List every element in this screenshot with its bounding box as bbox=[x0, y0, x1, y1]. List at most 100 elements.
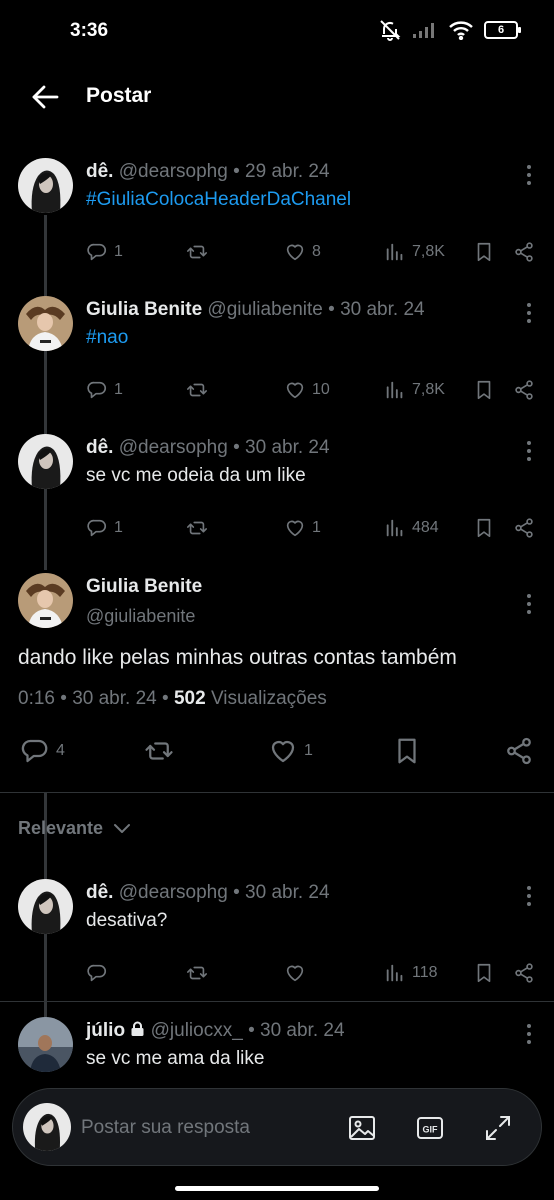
views-icon bbox=[386, 964, 403, 982]
expand-icon[interactable] bbox=[483, 1113, 513, 1143]
reply-composer[interactable]: Postar sua resposta GIF bbox=[12, 1088, 542, 1166]
reply-count: 1 bbox=[114, 243, 123, 260]
author-name[interactable]: dê. bbox=[86, 882, 113, 903]
divider bbox=[0, 1001, 554, 1002]
repost-icon bbox=[187, 521, 207, 535]
more-icon[interactable] bbox=[526, 1024, 532, 1044]
like-button[interactable] bbox=[284, 962, 306, 984]
bookmark-icon bbox=[398, 738, 416, 764]
bookmark-button[interactable] bbox=[392, 736, 422, 766]
views-button[interactable]: 118 bbox=[384, 962, 438, 984]
back-arrow-icon[interactable] bbox=[30, 82, 62, 112]
action-bar: 1 10 7,8K bbox=[86, 379, 536, 405]
more-icon[interactable] bbox=[526, 303, 532, 323]
action-bar: 1 1 484 bbox=[86, 517, 536, 543]
post-text: se vc me ama da like bbox=[86, 1048, 265, 1069]
bookmark-icon bbox=[477, 380, 491, 400]
repost-button[interactable] bbox=[144, 736, 174, 766]
repost-icon bbox=[187, 245, 207, 259]
more-icon[interactable] bbox=[526, 165, 532, 185]
action-bar: 1 8 7,8K bbox=[86, 241, 536, 267]
author-handle[interactable]: @dearsophg bbox=[119, 437, 228, 458]
like-icon bbox=[286, 965, 304, 982]
thread-tweet[interactable]: dê. @dearsophg • 30 abr. 24 se vc me ode… bbox=[0, 431, 554, 561]
bookmark-button[interactable] bbox=[473, 379, 495, 401]
views-count: 118 bbox=[412, 964, 438, 981]
post-meta: 0:16 • 30 abr. 24 • 502 Visualizações bbox=[18, 688, 327, 709]
views-count[interactable]: 502 bbox=[174, 688, 206, 709]
avatar[interactable] bbox=[18, 573, 73, 628]
reply-button[interactable]: 4 bbox=[20, 736, 65, 766]
author-handle[interactable]: @giuliabenite bbox=[86, 606, 195, 627]
share-button[interactable] bbox=[513, 241, 535, 263]
like-button[interactable]: 10 bbox=[284, 379, 330, 401]
repost-button[interactable] bbox=[186, 517, 214, 539]
share-button[interactable] bbox=[513, 962, 535, 984]
hashtag-link[interactable]: #GiuliaColocaHeaderDaChanel bbox=[86, 189, 351, 211]
post-text: dando like pelas minhas outras contas ta… bbox=[18, 646, 457, 669]
gif-icon[interactable]: GIF bbox=[415, 1113, 445, 1143]
avatar[interactable] bbox=[18, 1017, 73, 1072]
action-bar: 118 bbox=[86, 962, 536, 988]
share-button[interactable] bbox=[513, 379, 535, 401]
avatar[interactable] bbox=[18, 879, 73, 934]
author-name[interactable]: júlio bbox=[86, 1020, 125, 1041]
bookmark-button[interactable] bbox=[473, 517, 495, 539]
svg-text:GIF: GIF bbox=[423, 1125, 439, 1135]
thread-tweet[interactable]: Giulia Benite @giuliabenite • 30 abr. 24… bbox=[0, 293, 554, 423]
bookmark-icon bbox=[477, 242, 491, 262]
reply-tweet[interactable]: dê. @dearsophg • 30 abr. 24 desativa? 11… bbox=[0, 876, 554, 1000]
main-action-bar: 4 1 bbox=[0, 736, 554, 772]
share-button[interactable] bbox=[504, 736, 534, 766]
sort-label: Relevante bbox=[18, 818, 104, 838]
bookmark-button[interactable] bbox=[473, 241, 495, 263]
views-button[interactable]: 7,8K bbox=[384, 379, 445, 401]
reply-icon bbox=[21, 739, 48, 763]
like-icon bbox=[271, 740, 295, 763]
more-icon[interactable] bbox=[526, 441, 532, 461]
author-handle[interactable]: @dearsophg bbox=[119, 161, 228, 182]
avatar[interactable] bbox=[18, 158, 73, 213]
reply-button[interactable]: 1 bbox=[86, 379, 123, 401]
home-indicator[interactable] bbox=[175, 1186, 379, 1191]
avatar[interactable] bbox=[18, 296, 73, 351]
author-handle[interactable]: @giuliabenite bbox=[207, 299, 322, 320]
thread-tweet[interactable]: dê. @dearsophg • 29 abr. 24 #GiuliaColoc… bbox=[0, 155, 554, 285]
views-icon bbox=[386, 519, 403, 537]
author-handle[interactable]: @juliocxx_ bbox=[151, 1020, 243, 1041]
views-label[interactable]: Visualizações bbox=[211, 688, 327, 709]
image-icon[interactable] bbox=[347, 1113, 377, 1143]
bookmark-button[interactable] bbox=[473, 962, 495, 984]
hashtag-link[interactable]: #nao bbox=[86, 327, 128, 349]
author-handle[interactable]: @dearsophg bbox=[119, 882, 228, 903]
views-button[interactable]: 7,8K bbox=[384, 241, 445, 263]
lock-icon bbox=[131, 1021, 144, 1036]
reply-icon bbox=[87, 519, 107, 537]
more-icon[interactable] bbox=[526, 594, 532, 614]
post-date: 30 abr. 24 bbox=[340, 299, 425, 320]
reply-button[interactable] bbox=[86, 962, 108, 984]
avatar[interactable] bbox=[18, 434, 73, 489]
views-button[interactable]: 484 bbox=[384, 517, 439, 539]
reply-button[interactable]: 1 bbox=[86, 517, 123, 539]
like-button[interactable]: 8 bbox=[284, 241, 321, 263]
reply-input[interactable]: Postar sua resposta bbox=[81, 1117, 250, 1139]
like-count: 8 bbox=[312, 243, 321, 260]
share-button[interactable] bbox=[513, 517, 535, 539]
author-name[interactable]: dê. bbox=[86, 161, 113, 182]
author-name[interactable]: Giulia Benite bbox=[86, 299, 202, 320]
like-button[interactable]: 1 bbox=[268, 736, 313, 766]
repost-button[interactable] bbox=[186, 379, 214, 401]
reply-tweet[interactable]: júlio @juliocxx_ • 30 abr. 24 se vc me a… bbox=[0, 1014, 554, 1088]
author-name[interactable]: dê. bbox=[86, 437, 113, 458]
more-icon[interactable] bbox=[526, 886, 532, 906]
author-name[interactable]: Giulia Benite bbox=[86, 576, 202, 598]
share-icon bbox=[515, 963, 533, 983]
sort-dropdown[interactable]: Relevante bbox=[18, 818, 131, 839]
chevron-down-icon bbox=[114, 823, 131, 833]
reply-icon bbox=[87, 243, 107, 261]
reply-button[interactable]: 1 bbox=[86, 241, 123, 263]
repost-button[interactable] bbox=[186, 962, 208, 984]
like-button[interactable]: 1 bbox=[284, 517, 321, 539]
repost-button[interactable] bbox=[186, 241, 214, 263]
